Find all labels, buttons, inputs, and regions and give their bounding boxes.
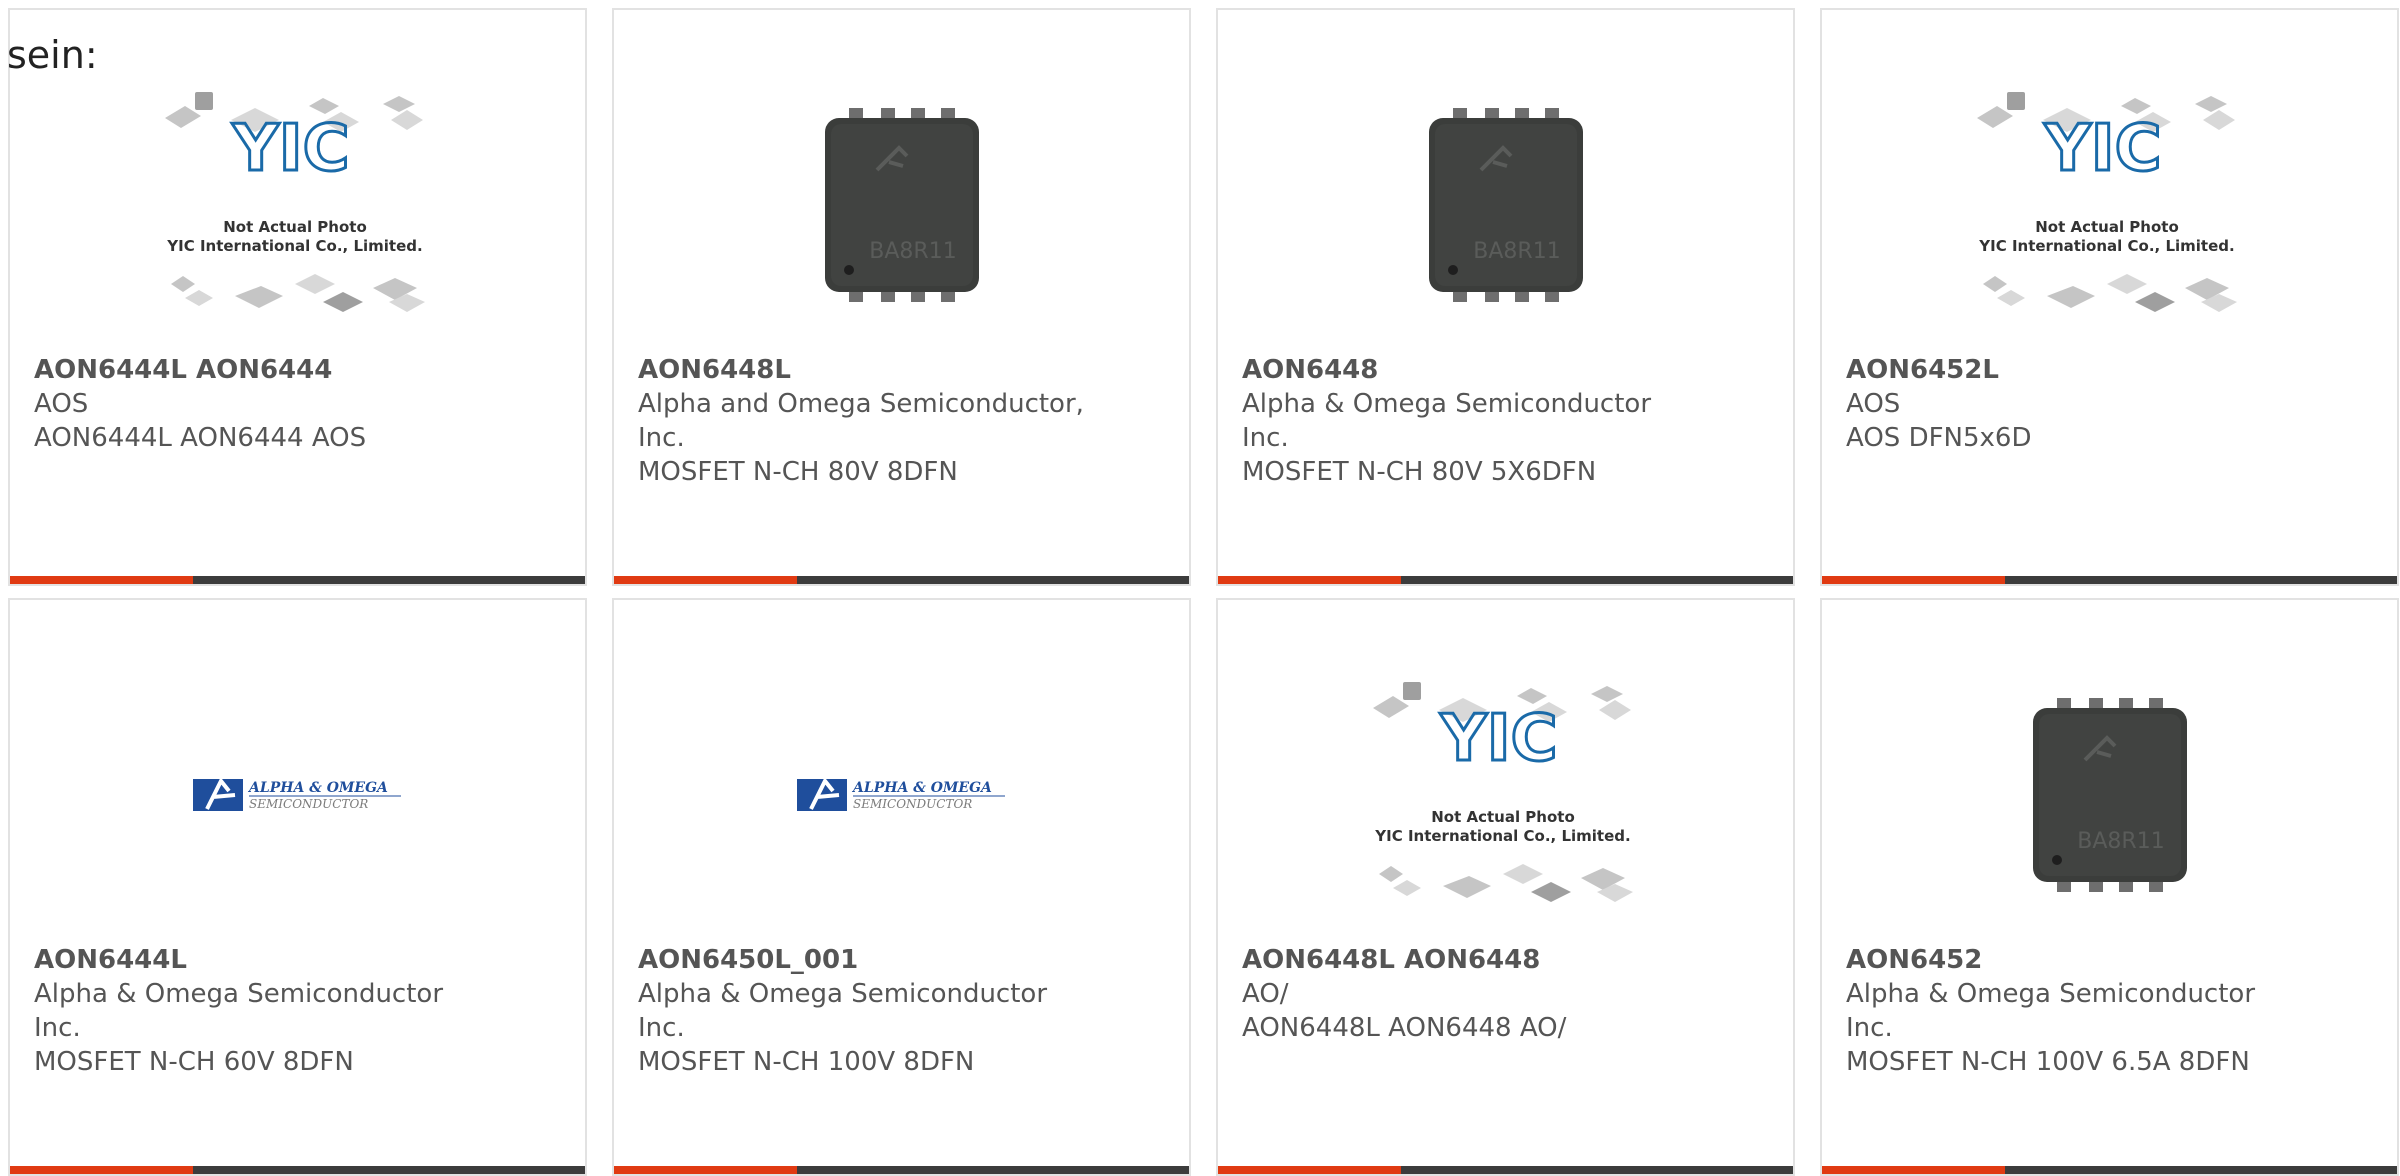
product-card[interactable]: ALPHA & OMEGA SEMICONDUCTOR AON6450L_001… — [612, 598, 1191, 1176]
svg-text:YIC: YIC — [1439, 702, 1557, 776]
product-part-number[interactable]: AON6450L_001 — [638, 943, 1099, 977]
product-part-number[interactable]: AON6444L AON6444 — [34, 353, 495, 387]
product-manufacturer-cont: Inc. — [1846, 1013, 1893, 1043]
product-card[interactable]: BA8R11 AON6448L Alpha and Omega Semicond… — [612, 8, 1191, 586]
product-manufacturer-cont: Inc. — [638, 423, 685, 453]
product-grid: YIC Not Actual Photo YIC International C… — [8, 8, 2399, 1176]
product-info: AON6452 Alpha & Omega Semiconductor Inc.… — [1846, 943, 2307, 1079]
product-image[interactable]: ALPHA & OMEGA SEMICONDUCTOR — [10, 650, 585, 940]
product-info: AON6450L_001 Alpha & Omega Semiconductor… — [638, 943, 1099, 1079]
product-description: MOSFET N-CH 100V 6.5A 8DFN — [1846, 1047, 2250, 1077]
product-image[interactable]: BA8R11 — [614, 60, 1189, 350]
product-description: AON6448L AON6448 AO/ — [1242, 1013, 1567, 1043]
product-manufacturer: Alpha & Omega Semiconductor — [638, 979, 1048, 1009]
chip-image: BA8R11 — [2032, 698, 2187, 892]
brand-logo-image: ALPHA & OMEGA SEMICONDUCTOR — [796, 777, 1005, 811]
product-manufacturer: AO/ — [1242, 979, 1289, 1009]
logo-brand-subtitle: SEMICONDUCTOR — [853, 797, 972, 811]
product-description: AON6444L AON6444 AOS — [34, 423, 367, 453]
product-image[interactable]: BA8R11 — [1218, 60, 1793, 350]
chip-marking: BA8R11 — [869, 239, 956, 264]
placeholder-company: YIC International Co., Limited. — [166, 237, 422, 255]
product-card[interactable]: YIC Not Actual Photo YIC International C… — [8, 8, 587, 586]
placeholder-company: YIC International Co., Limited. — [1374, 827, 1630, 845]
product-manufacturer: AOS — [1846, 389, 1901, 419]
product-manufacturer: Alpha and Omega Semiconductor, — [638, 389, 1084, 419]
logo-brand-name: ALPHA & OMEGA — [851, 780, 992, 796]
placeholder-image: YIC Not Actual Photo YIC International C… — [1372, 682, 1633, 902]
card-accent-bar — [1218, 1166, 1793, 1174]
product-info: AON6452L AOS AOS DFN5x6D — [1846, 353, 2307, 455]
card-accent-bar — [1822, 576, 2397, 584]
product-manufacturer: Alpha & Omega Semiconductor — [34, 979, 444, 1009]
brand-logo-image: ALPHA & OMEGA SEMICONDUCTOR — [192, 777, 401, 811]
page-heading: sein: — [7, 33, 98, 77]
product-part-number[interactable]: AON6448 — [1242, 353, 1703, 387]
product-part-number[interactable]: AON6452L — [1846, 353, 2307, 387]
product-description: MOSFET N-CH 80V 5X6DFN — [1242, 457, 1597, 487]
placeholder-caption: Not Actual Photo — [223, 218, 367, 236]
placeholder-company: YIC International Co., Limited. — [1978, 237, 2234, 255]
product-manufacturer-cont: Inc. — [638, 1013, 685, 1043]
product-card[interactable]: YIC Not Actual Photo YIC International C… — [1216, 598, 1795, 1176]
product-info: AON6444L Alpha & Omega Semiconductor Inc… — [34, 943, 495, 1079]
product-image[interactable]: YIC Not Actual Photo YIC International C… — [10, 60, 585, 350]
card-accent-bar — [614, 576, 1189, 584]
placeholder-caption: Not Actual Photo — [2035, 218, 2179, 236]
product-description: AOS DFN5x6D — [1846, 423, 2032, 453]
product-description: MOSFET N-CH 100V 8DFN — [638, 1047, 975, 1077]
logo-brand-subtitle: SEMICONDUCTOR — [249, 797, 368, 811]
svg-text:YIC: YIC — [231, 112, 349, 186]
card-accent-bar — [614, 1166, 1189, 1174]
product-manufacturer: AOS — [34, 389, 89, 419]
logo-brand-name: ALPHA & OMEGA — [247, 780, 388, 796]
product-part-number[interactable]: AON6444L — [34, 943, 495, 977]
chip-marking: BA8R11 — [1473, 239, 1560, 264]
chip-image: BA8R11 — [824, 108, 979, 302]
product-manufacturer: Alpha & Omega Semiconductor — [1242, 389, 1652, 419]
svg-text:YIC: YIC — [2043, 112, 2161, 186]
product-image[interactable]: YIC Not Actual Photo YIC International C… — [1822, 60, 2397, 350]
placeholder-caption: Not Actual Photo — [1431, 808, 1575, 826]
product-description: MOSFET N-CH 80V 8DFN — [638, 457, 958, 487]
card-accent-bar — [10, 1166, 585, 1174]
product-card[interactable]: YIC Not Actual Photo YIC International C… — [1820, 8, 2399, 586]
product-manufacturer-cont: Inc. — [34, 1013, 81, 1043]
product-manufacturer-cont: Inc. — [1242, 423, 1289, 453]
product-info: AON6448 Alpha & Omega Semiconductor Inc.… — [1242, 353, 1703, 489]
product-card[interactable]: ALPHA & OMEGA SEMICONDUCTOR AON6444L Alp… — [8, 598, 587, 1176]
card-accent-bar — [1822, 1166, 2397, 1174]
placeholder-image: YIC Not Actual Photo YIC International C… — [164, 92, 425, 312]
product-part-number[interactable]: AON6452 — [1846, 943, 2307, 977]
placeholder-image: YIC Not Actual Photo YIC International C… — [1976, 92, 2237, 312]
product-image[interactable]: ALPHA & OMEGA SEMICONDUCTOR — [614, 650, 1189, 940]
product-image[interactable]: YIC Not Actual Photo YIC International C… — [1218, 650, 1793, 940]
card-accent-bar — [10, 576, 585, 584]
product-info: AON6448L AON6448 AO/ AON6448L AON6448 AO… — [1242, 943, 1703, 1045]
product-description: MOSFET N-CH 60V 8DFN — [34, 1047, 354, 1077]
product-info: AON6448L Alpha and Omega Semiconductor, … — [638, 353, 1099, 489]
product-card[interactable]: BA8R11 AON6452 Alpha & Omega Semiconduct… — [1820, 598, 2399, 1176]
product-part-number[interactable]: AON6448L AON6448 — [1242, 943, 1703, 977]
product-part-number[interactable]: AON6448L — [638, 353, 1099, 387]
product-image[interactable]: BA8R11 — [1822, 650, 2397, 940]
product-manufacturer: Alpha & Omega Semiconductor — [1846, 979, 2256, 1009]
card-accent-bar — [1218, 576, 1793, 584]
chip-image: BA8R11 — [1428, 108, 1583, 302]
chip-marking: BA8R11 — [2077, 829, 2164, 854]
product-info: AON6444L AON6444 AOS AON6444L AON6444 AO… — [34, 353, 495, 455]
product-card[interactable]: BA8R11 AON6448 Alpha & Omega Semiconduct… — [1216, 8, 1795, 586]
